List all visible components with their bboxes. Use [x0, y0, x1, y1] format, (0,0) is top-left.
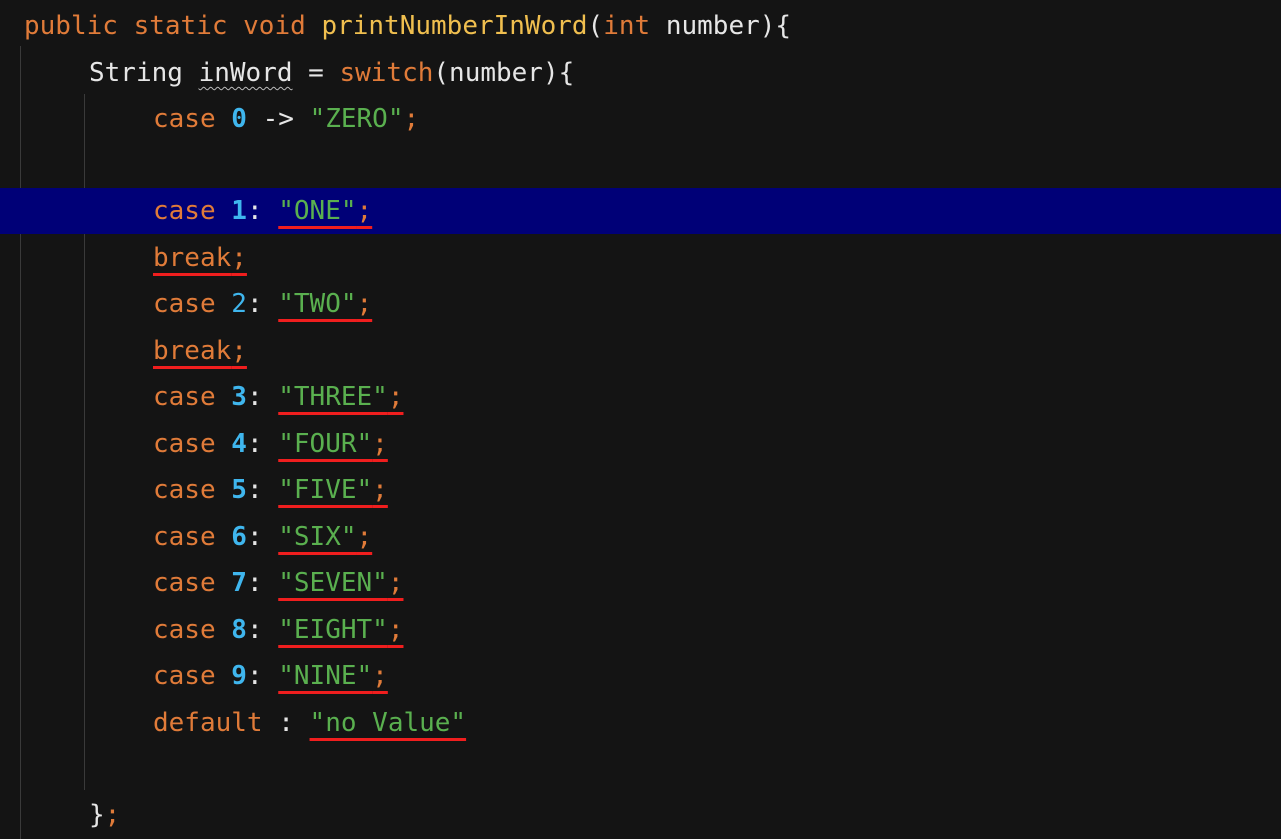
string-literal: "ZERO" — [309, 104, 404, 134]
case-number: 2 — [231, 289, 247, 319]
keyword-public: public — [24, 11, 118, 41]
case-number: 5 — [231, 475, 247, 505]
code-line-9[interactable]: case 3: "THREE"; — [0, 374, 1281, 420]
case-colon: : — [246, 615, 263, 645]
code-line-13[interactable]: case 7: "SEVEN"; — [0, 560, 1281, 606]
code-line-5-current[interactable]: case 1: "ONE"; — [0, 188, 1281, 234]
code-line-11[interactable]: case 5: "FIVE"; — [0, 467, 1281, 513]
paren-close-brace: ){ — [759, 11, 792, 41]
code-line-6[interactable]: break; — [0, 235, 1281, 281]
case-colon: : — [246, 196, 263, 226]
keyword-break: break — [153, 336, 232, 366]
keyword-break: break — [153, 243, 232, 273]
case-colon: : — [246, 289, 263, 319]
case-number: 6 — [231, 522, 247, 552]
code-line-16[interactable]: default : "no Value" — [0, 700, 1281, 746]
keyword-case: case — [153, 615, 216, 645]
keyword-case: case — [153, 661, 216, 691]
code-line-2[interactable]: String inWord = switch(number){ — [0, 50, 1281, 96]
string-literal: "NINE" — [278, 661, 373, 691]
paren-open: ( — [587, 11, 604, 41]
semicolon: ; — [231, 243, 247, 273]
arrow-operator: -> — [262, 104, 294, 134]
keyword-case: case — [153, 382, 216, 412]
string-literal: "TWO" — [278, 289, 357, 319]
keyword-case: case — [153, 522, 216, 552]
switch-args: (number){ — [433, 58, 575, 88]
code-editor[interactable]: public static void printNumberInWord(int… — [0, 0, 1281, 839]
keyword-default: default — [153, 708, 263, 738]
case-colon: : — [246, 382, 263, 412]
keyword-case: case — [153, 104, 216, 134]
default-colon: : — [278, 708, 294, 738]
semicolon: ; — [104, 800, 121, 830]
keyword-case: case — [153, 196, 216, 226]
code-line-10[interactable]: case 4: "FOUR"; — [0, 421, 1281, 467]
string-literal: "THREE" — [278, 382, 388, 412]
type-string: String — [89, 58, 183, 88]
code-line-15[interactable]: case 9: "NINE"; — [0, 653, 1281, 699]
case-colon: : — [246, 661, 263, 691]
case-colon: : — [246, 475, 263, 505]
keyword-void: void — [243, 11, 306, 41]
semicolon: ; — [231, 336, 247, 366]
code-line-14[interactable]: case 8: "EIGHT"; — [0, 607, 1281, 653]
semicolon: ; — [387, 568, 404, 598]
keyword-case: case — [153, 475, 216, 505]
string-literal: "EIGHT" — [278, 615, 388, 645]
string-literal: "SEVEN" — [278, 568, 388, 598]
keyword-case: case — [153, 289, 216, 319]
assign-operator: = — [308, 58, 324, 88]
semicolon: ; — [403, 104, 420, 134]
variable-inword: inWord — [198, 58, 293, 88]
semicolon: ; — [356, 196, 373, 226]
case-number: 0 — [231, 104, 247, 134]
param-name: number — [665, 11, 760, 41]
semicolon: ; — [387, 615, 404, 645]
semicolon: ; — [372, 475, 388, 505]
keyword-static: static — [133, 11, 228, 41]
code-line-18[interactable]: }; — [0, 792, 1281, 838]
code-line-12[interactable]: case 6: "SIX"; — [0, 514, 1281, 560]
case-colon: : — [246, 522, 263, 552]
case-colon: : — [246, 568, 263, 598]
case-number: 9 — [231, 661, 247, 691]
case-number: 3 — [231, 382, 247, 412]
case-colon: : — [246, 429, 263, 459]
semicolon: ; — [356, 522, 373, 552]
code-line-4-empty[interactable] — [0, 142, 1281, 188]
string-literal: "ONE" — [278, 196, 357, 226]
case-number: 4 — [231, 429, 247, 459]
code-line-3[interactable]: case 0 -> "ZERO"; — [0, 96, 1281, 142]
case-number: 7 — [231, 568, 247, 598]
keyword-case: case — [153, 568, 216, 598]
keyword-case: case — [153, 429, 216, 459]
keyword-int: int — [603, 11, 651, 41]
keyword-switch: switch — [339, 58, 434, 88]
closing-brace: } — [89, 800, 105, 830]
case-number: 8 — [231, 615, 247, 645]
code-line-7[interactable]: case 2: "TWO"; — [0, 281, 1281, 327]
case-number: 1 — [231, 196, 247, 226]
string-literal: "SIX" — [278, 522, 357, 552]
semicolon: ; — [387, 382, 404, 412]
string-literal: "FIVE" — [278, 475, 373, 505]
code-line-8[interactable]: break; — [0, 328, 1281, 374]
semicolon: ; — [356, 289, 373, 319]
semicolon: ; — [372, 661, 388, 691]
string-literal: "no Value" — [309, 708, 467, 738]
code-line-17-empty[interactable] — [0, 746, 1281, 792]
code-line-1[interactable]: public static void printNumberInWord(int… — [0, 3, 1281, 49]
semicolon: ; — [372, 429, 388, 459]
method-name: printNumberInWord — [321, 11, 588, 41]
string-literal: "FOUR" — [278, 429, 373, 459]
